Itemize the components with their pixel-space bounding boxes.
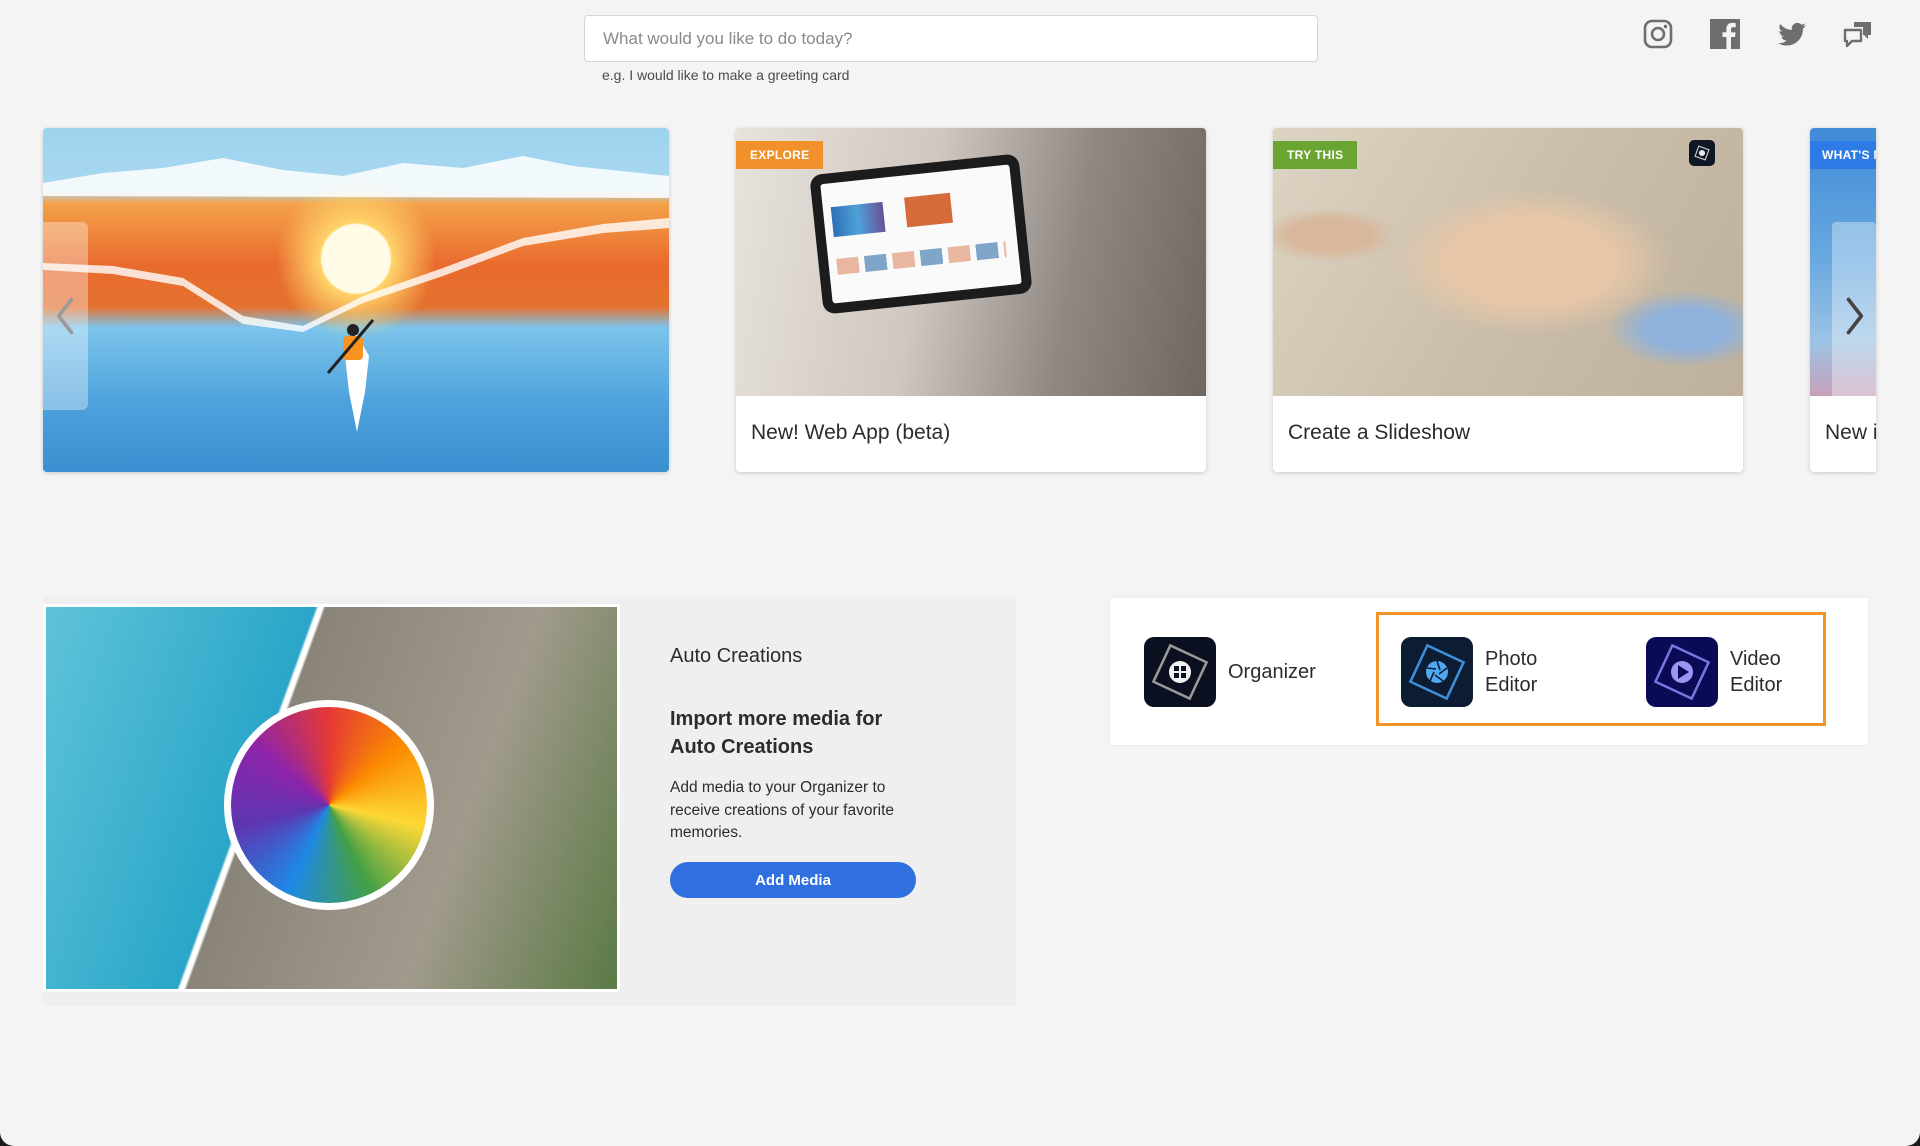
card-caption: Create a Slideshow: [1288, 421, 1471, 444]
auto-creations-panel: Auto Creations Import more media for Aut…: [43, 597, 1016, 1006]
carousel-prev-button[interactable]: [43, 222, 88, 410]
instagram-icon: [1643, 19, 1673, 49]
chevron-right-icon: [1846, 297, 1864, 335]
umbrella-photo: [224, 700, 434, 910]
organizer-label: Organizer: [1228, 661, 1316, 683]
chevron-left-icon: [56, 297, 73, 335]
photo-editor-icon: [1401, 637, 1473, 707]
instagram-button[interactable]: [1640, 16, 1676, 52]
organizer-icon: [1144, 637, 1216, 707]
photo-editor-label: Photo Editor: [1485, 646, 1537, 698]
carousel-card-slideshow[interactable]: TRY THIS Create a Slideshow: [1273, 128, 1743, 472]
add-media-button[interactable]: Add Media: [670, 862, 916, 898]
badge-try-this: TRY THIS: [1273, 141, 1358, 169]
video-editor-icon: [1646, 637, 1718, 707]
video-editor-label-line2: Editor: [1730, 674, 1783, 696]
auto-creations-title: Auto Creations: [670, 645, 803, 667]
search-input[interactable]: [584, 15, 1318, 62]
carousel-card-hero[interactable]: [43, 128, 669, 472]
card-caption: New i: [1825, 421, 1876, 444]
photo-editor-label-line2: Editor: [1485, 674, 1538, 696]
photo-editor-label-line1: Photo: [1485, 648, 1538, 670]
chat-feedback-icon: [1843, 22, 1871, 48]
badge-explore: EXPLORE: [736, 141, 824, 169]
video-editor-label: Video Editor: [1730, 646, 1782, 698]
auto-creations-collage-image: [43, 604, 620, 992]
organizer-icon: [1689, 140, 1715, 166]
facebook-icon: [1710, 19, 1740, 49]
tablet-illustration: [809, 153, 1033, 315]
card-caption: New! Web App (beta): [751, 421, 951, 444]
auto-creations-heading: Import more media for Auto Creations: [670, 708, 883, 758]
auto-creations-description: Add media to your Organizer to receive c…: [670, 779, 894, 841]
app-launcher-panel: Organizer Photo Editor Video Editor: [1109, 597, 1869, 746]
organizer-launcher[interactable]: Organizer: [1144, 636, 1316, 708]
home-screen: e.g. I would like to make a greeting car…: [0, 0, 1920, 1146]
facebook-button[interactable]: [1707, 16, 1743, 52]
carousel-card-web-app[interactable]: EXPLORE New! Web App (beta): [736, 128, 1206, 472]
video-editor-label-line1: Video: [1730, 648, 1781, 670]
community-button[interactable]: [1840, 16, 1876, 52]
video-editor-launcher[interactable]: Video Editor: [1646, 636, 1782, 708]
twitter-icon: [1778, 22, 1806, 46]
twitter-button[interactable]: [1774, 16, 1810, 52]
photo-editor-launcher[interactable]: Photo Editor: [1401, 636, 1537, 708]
kayak-sunset-image: [43, 128, 669, 472]
search-hint: e.g. I would like to make a greeting car…: [602, 67, 850, 83]
carousel-next-button[interactable]: [1832, 222, 1876, 410]
badge-whats-new: WHAT'S N: [1810, 141, 1876, 169]
